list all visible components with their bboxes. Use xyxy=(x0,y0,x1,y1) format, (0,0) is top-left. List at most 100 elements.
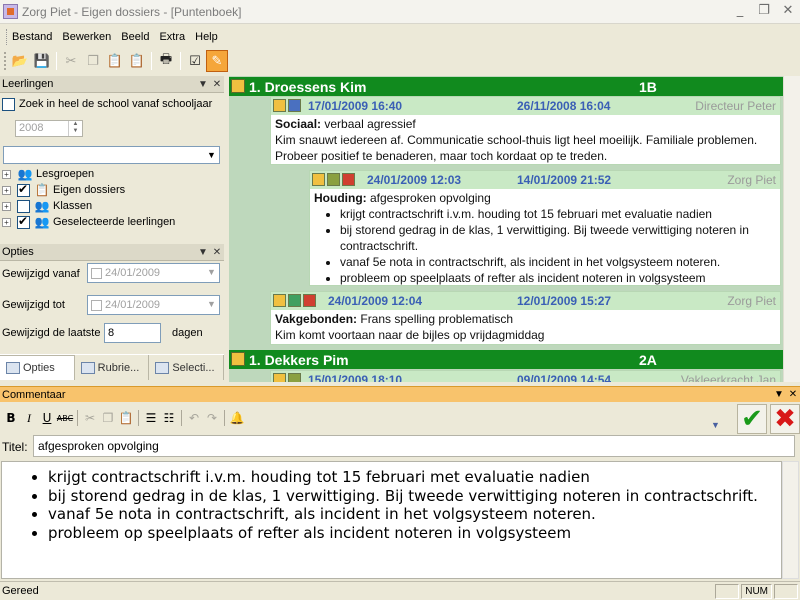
editor-bullet: vanaf 5e nota in contractschrift, als in… xyxy=(48,505,781,524)
menu-beeld[interactable]: Beeld xyxy=(121,31,149,43)
tab-opties[interactable]: Opties xyxy=(0,355,75,380)
confirm-button[interactable]: ✔ xyxy=(737,404,767,434)
opties-pane: Opties ▼ ✕ xyxy=(0,244,224,261)
bold-icon[interactable]: B xyxy=(2,408,20,428)
toolbar-separator xyxy=(224,410,225,426)
chevron-down-icon[interactable]: ▼ xyxy=(204,147,219,163)
gewijzigd-tot-checkbox[interactable] xyxy=(91,299,102,311)
cut-icon[interactable]: ✂ xyxy=(81,408,99,428)
restore-button[interactable]: ❐ xyxy=(752,0,776,24)
expand-icon[interactable]: + xyxy=(2,169,11,179)
pane-menu-icon[interactable]: ▼ xyxy=(772,389,786,400)
checklist-icon[interactable]: ☑ xyxy=(184,50,206,72)
laatste-input[interactable]: 8 xyxy=(104,323,161,343)
tree-item-lesgroepen[interactable]: + 👥 Lesgroepen xyxy=(2,166,222,182)
cut-icon[interactable]: ✂ xyxy=(60,50,82,72)
cancel-button[interactable]: ✖ xyxy=(770,404,800,434)
window-titlebar: Zorg Piet - Eigen dossiers - [Puntenboek… xyxy=(0,0,800,24)
paste-icon[interactable]: 📋 xyxy=(117,408,135,428)
chevron-down-icon[interactable]: ▼ xyxy=(204,264,219,280)
close-button[interactable]: ✕ xyxy=(776,0,800,24)
menu-help[interactable]: Help xyxy=(195,31,218,43)
gewijzigd-vanaf-field[interactable]: 24/01/2009 ▼ xyxy=(87,263,220,283)
tree-checkbox[interactable] xyxy=(17,199,30,213)
group-combobox[interactable]: ▼ xyxy=(3,146,220,164)
editor-scrollbar[interactable] xyxy=(782,461,799,579)
entry-text: Kim snauwt iedereen af. Communicatie sch… xyxy=(275,133,758,163)
save-icon[interactable]: 💾 xyxy=(31,50,53,72)
numbered-list-icon[interactable]: ☷ xyxy=(160,408,178,428)
underline-icon[interactable]: U xyxy=(38,408,56,428)
pane-menu-icon[interactable]: ▼ xyxy=(196,79,210,90)
strikethrough-icon[interactable]: ABC xyxy=(56,408,74,428)
toolbar-overflow-icon[interactable]: ▼ xyxy=(711,420,720,430)
open-folder-icon[interactable]: 📂 xyxy=(9,50,31,72)
folder-icon xyxy=(273,99,286,112)
student-header[interactable]: 1. Droessens Kim 1B xyxy=(229,77,783,96)
bullet-list-icon[interactable]: ☰ xyxy=(142,408,160,428)
year-spinner[interactable]: 2008 ▲ ▼ xyxy=(15,120,83,137)
menu-bewerken[interactable]: Bewerken xyxy=(62,31,111,43)
pane-close-icon[interactable]: ✕ xyxy=(786,389,800,400)
options-tab-icon xyxy=(6,362,20,374)
minimize-button[interactable]: _ xyxy=(728,0,752,24)
gewijzigd-tot-field[interactable]: 24/01/2009 ▼ xyxy=(87,295,220,315)
editor-bullet: bij storend gedrag in de klas, 1 verwitt… xyxy=(48,487,781,506)
expand-icon[interactable]: + xyxy=(2,217,11,227)
comment-editor[interactable]: krijgt contractschrift i.v.m. houding to… xyxy=(1,461,782,579)
copy-icon[interactable]: ❐ xyxy=(99,408,117,428)
expand-icon[interactable]: + xyxy=(2,201,11,211)
alert-icon[interactable]: 🔔 xyxy=(228,408,246,428)
laatste-unit-row: dagen xyxy=(170,322,203,344)
student-name: 1. Droessens Kim xyxy=(249,78,367,95)
paste-special-icon[interactable]: 📋 xyxy=(126,50,148,72)
pane-close-icon[interactable]: ✕ xyxy=(210,247,224,258)
dossier-entry[interactable]: 24/01/2009 12:03 14/01/2009 21:52 Zorg P… xyxy=(309,170,781,286)
entry-header: 24/01/2009 12:03 14/01/2009 21:52 Zorg P… xyxy=(310,171,780,189)
tree-checkbox[interactable] xyxy=(17,214,30,229)
pane-close-icon[interactable]: ✕ xyxy=(210,79,224,90)
entry-subject: verbaal agressief xyxy=(324,117,416,131)
menu-extra[interactable]: Extra xyxy=(159,31,185,43)
expand-icon[interactable]: + xyxy=(2,185,11,195)
attachment-icon xyxy=(288,373,301,382)
student-header[interactable]: 1. Dekkers Pim 2A xyxy=(229,350,783,369)
search-school-label: Zoek in heel de school vanaf schooljaar xyxy=(19,98,213,110)
content-scrollbar[interactable] xyxy=(783,76,800,382)
chevron-down-icon[interactable]: ▼ xyxy=(204,296,219,312)
dossier-entry[interactable]: 15/01/2009 18:10 09/01/2009 14:54 Vaklee… xyxy=(270,370,781,382)
dossier-entry[interactable]: 17/01/2009 16:40 26/11/2008 16:04 Direct… xyxy=(270,96,781,165)
redo-icon[interactable]: ↷ xyxy=(203,408,221,428)
toolbar-separator xyxy=(151,52,152,70)
toolbar-separator xyxy=(56,52,57,70)
toolbar-separator xyxy=(181,410,182,426)
tree-item-geselecteerde-leerlingen[interactable]: + 👥 Geselecteerde leerlingen xyxy=(2,214,222,230)
copy-icon[interactable]: ❐ xyxy=(82,50,104,72)
gewijzigd-vanaf-checkbox[interactable] xyxy=(91,267,102,279)
print-icon[interactable]: 🖶 xyxy=(155,50,177,72)
entry-body: Vakgebonden: Frans spelling problematisc… xyxy=(275,311,776,343)
pane-menu-icon[interactable]: ▼ xyxy=(196,247,210,258)
tree-checkbox[interactable] xyxy=(17,182,30,197)
student-class: 2A xyxy=(639,351,657,368)
tab-selectie[interactable]: Selecti... xyxy=(149,355,225,380)
tree-item-klassen[interactable]: + 👥 Klassen xyxy=(2,198,222,214)
undo-icon[interactable]: ↶ xyxy=(185,408,203,428)
tab-rubrieken[interactable]: Rubrie... xyxy=(75,355,150,380)
entry-bullet: bij storend gedrag in de klas, 1 verwitt… xyxy=(340,222,776,254)
search-school-checkbox[interactable] xyxy=(2,97,15,111)
spinner-arrows-icon[interactable]: ▲ ▼ xyxy=(68,121,82,136)
italic-icon[interactable]: I xyxy=(20,408,38,428)
status-pane xyxy=(774,583,798,599)
dossier-toggle-icon[interactable]: ✎ xyxy=(206,50,228,72)
menu-bestand[interactable]: Bestand xyxy=(12,31,52,43)
dossier-entry[interactable]: 24/01/2009 12:04 12/01/2009 15:27 Zorg P… xyxy=(270,291,781,345)
laatste-value: 8 xyxy=(108,327,115,339)
entry-body: Houding: afgesproken opvolging krijgt co… xyxy=(314,190,776,286)
tree-label: Eigen dossiers xyxy=(53,184,126,196)
titel-input[interactable]: afgesproken opvolging xyxy=(33,435,795,457)
paste-icon[interactable]: 📋 xyxy=(104,50,126,72)
leerlingen-title: Leerlingen xyxy=(2,78,54,90)
tree-item-eigen-dossiers[interactable]: + 📋 Eigen dossiers xyxy=(2,182,222,198)
student-name: 1. Dekkers Pim xyxy=(249,351,349,368)
